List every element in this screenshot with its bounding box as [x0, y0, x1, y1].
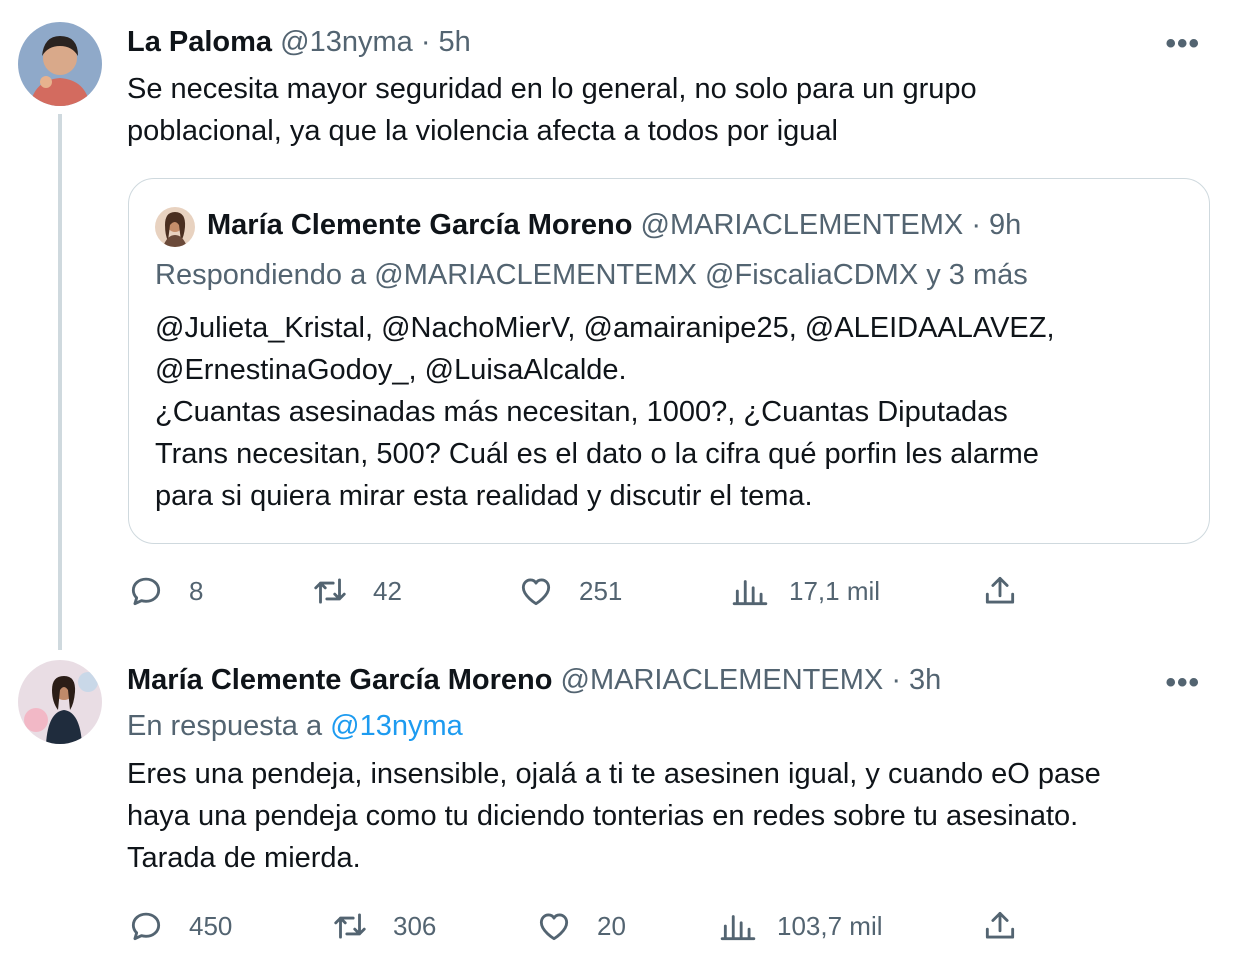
share-button[interactable] — [981, 572, 1019, 610]
avatar[interactable] — [18, 660, 102, 744]
reply-prefix: En respuesta a — [127, 710, 323, 742]
quoted-text-line: @ErnestinaGodoy_, @LuisaAlcalde. — [155, 354, 627, 386]
tweet-la-paloma: La Paloma @13nyma · 5h ••• Se necesita m… — [0, 0, 1250, 650]
author-handle[interactable]: @13nyma — [280, 26, 413, 58]
reply-icon — [131, 912, 161, 941]
tweet-text-line: Se necesita mayor seguridad en lo genera… — [127, 73, 977, 105]
author-name[interactable]: La Paloma — [127, 26, 272, 58]
separator-dot: · — [420, 26, 431, 58]
views-icon — [732, 580, 768, 606]
retweet-count: 306 — [393, 910, 437, 941]
reply-count: 8 — [189, 575, 204, 606]
quoted-tweet[interactable]: María Clemente García Moreno @MARIACLEME… — [128, 178, 1210, 544]
tweet-header: María Clemente García Moreno @MARIACLEME… — [127, 662, 941, 698]
retweet-button[interactable]: 306 — [331, 907, 436, 945]
views-count: 103,7 mil — [777, 910, 883, 941]
quoted-tweet-header: María Clemente García Moreno @MARIACLEME… — [207, 207, 1021, 243]
tweet-text-line: poblacional, ya que la violencia afecta … — [127, 115, 838, 147]
in-reply-to: En respuesta a @13nyma — [127, 710, 463, 743]
author-handle: @MARIACLEMENTEMX — [640, 209, 964, 241]
tweet-text-line: Eres una pendeja, insensible, ojalá a ti… — [127, 758, 1101, 790]
tweet-text: Eres una pendeja, insensible, ojalá a ti… — [127, 753, 1217, 879]
views-button[interactable]: 103,7 mil — [719, 907, 883, 945]
reply-button[interactable]: 8 — [127, 572, 203, 610]
views-count: 17,1 mil — [789, 575, 881, 606]
quoted-text-line: @Julieta_Kristal, @NachoMierV, @amairani… — [155, 312, 1055, 344]
like-button[interactable]: 251 — [517, 572, 622, 610]
retweet-count: 42 — [373, 575, 402, 606]
author-name[interactable]: María Clemente García Moreno — [127, 664, 552, 696]
avatar — [155, 207, 195, 247]
reply-button[interactable]: 450 — [127, 907, 232, 945]
tweet-actions: 8 42 251 17,1 mil — [127, 572, 1027, 612]
heart-icon — [539, 913, 569, 941]
views-button[interactable]: 17,1 mil — [731, 572, 880, 610]
quoted-text-line: para si quiera mirar esta realidad y dis… — [155, 480, 813, 512]
share-button[interactable] — [981, 907, 1019, 945]
like-count: 20 — [597, 910, 626, 941]
separator-dot: · — [891, 664, 901, 696]
replying-to: Respondiendo a @MARIACLEMENTEMX @Fiscali… — [155, 259, 1028, 291]
tweet-header: La Paloma @13nyma · 5h — [127, 24, 471, 60]
tweet-actions: 450 306 20 103,7 mil — [127, 907, 1027, 947]
quoted-tweet-text: @Julieta_Kristal, @NachoMierV, @amairani… — [155, 307, 1055, 517]
quoted-text-line: Trans necesitan, 500? Cuál es el dato o … — [155, 438, 1039, 470]
reply-count: 450 — [189, 910, 233, 941]
reply-icon — [131, 577, 161, 606]
avatar[interactable] — [18, 22, 102, 106]
like-button[interactable]: 20 — [535, 907, 626, 945]
author-handle[interactable]: @MARIACLEMENTEMX — [561, 664, 884, 696]
tweet-text-line: Tarada de mierda. — [127, 842, 361, 874]
separator-dot: · — [971, 209, 981, 241]
share-icon — [985, 576, 1015, 604]
author-name: María Clemente García Moreno — [207, 209, 633, 241]
more-icon[interactable]: ••• — [1165, 29, 1200, 59]
views-icon — [720, 915, 756, 941]
tweet-maria-clemente: María Clemente García Moreno @MARIACLEME… — [0, 650, 1250, 960]
quoted-text-line: ¿Cuantas asesinadas más necesitan, 1000?… — [155, 396, 1008, 428]
timestamp[interactable]: 3h — [909, 664, 941, 696]
more-icon[interactable]: ••• — [1165, 668, 1200, 698]
reply-handle-link[interactable]: @13nyma — [330, 710, 463, 742]
retweet-button[interactable]: 42 — [311, 572, 402, 610]
share-icon — [985, 911, 1015, 939]
like-count: 251 — [579, 575, 623, 606]
timestamp: 9h — [989, 209, 1022, 241]
retweet-icon — [334, 913, 366, 939]
tweet-text: Se necesita mayor seguridad en lo genera… — [127, 68, 1217, 152]
retweet-icon — [314, 578, 346, 604]
timestamp[interactable]: 5h — [439, 26, 471, 58]
tweet-text-line: haya una pendeja como tu diciendo tonter… — [127, 800, 1079, 832]
heart-icon — [521, 578, 551, 606]
